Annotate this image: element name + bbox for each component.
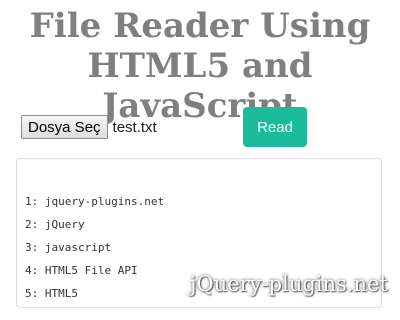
file-output-lines: 1: jquery-plugins.net 2: jQuery 3: javas… [25, 190, 164, 305]
watermark: jQuery-plugins.net [190, 272, 388, 296]
output-line: 3: javascript [25, 241, 112, 254]
output-line: 2: jQuery [25, 218, 85, 231]
file-input[interactable]: Dosya Seç test.txt [21, 115, 157, 139]
output-line: 4: HTML5 File API [25, 264, 138, 277]
page-title-line-1: File Reader Using [29, 6, 371, 46]
selected-file-name: test.txt [112, 118, 157, 136]
read-button[interactable]: Read [243, 107, 307, 147]
page-title-line-2: HTML5 and JavaScript [87, 46, 313, 126]
output-line: 1: jquery-plugins.net [25, 195, 165, 208]
output-line: 5: HTML5 [25, 287, 78, 300]
page-title: File Reader Using HTML5 and JavaScript [0, 6, 400, 126]
choose-file-button[interactable]: Dosya Seç [21, 115, 108, 139]
